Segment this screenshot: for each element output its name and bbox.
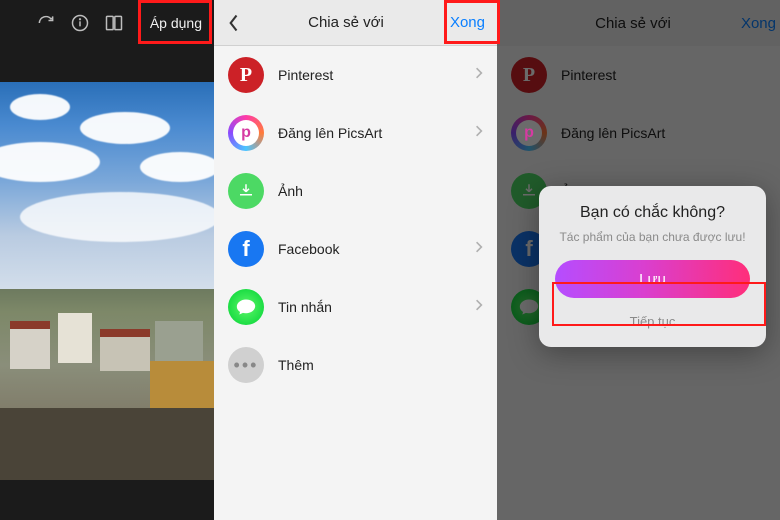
pinterest-icon: P [228,57,264,93]
compare-icon[interactable] [104,13,124,33]
editor-panel: Áp dụng [0,0,214,520]
share-item-facebook[interactable]: f Facebook [214,220,497,278]
apply-button[interactable]: Áp dụng [138,0,214,46]
editor-topbar: Áp dụng [0,0,214,46]
messages-icon [228,289,264,325]
chevron-right-icon [475,124,483,143]
share-item-photos[interactable]: Ảnh [214,162,497,220]
share-item-label: Thêm [278,357,483,373]
share-item-messages[interactable]: Tin nhắn [214,278,497,336]
back-button[interactable] [214,13,254,33]
share-item-picsart[interactable]: p Đăng lên PicsArt [214,104,497,162]
dialog-subtitle: Tác phẩm của bạn chưa được lưu! [555,230,750,244]
share-header: Chia sẻ với Xong [214,0,497,46]
dialog-title: Bạn có chắc không? [555,204,750,222]
more-icon: ••• [228,347,264,383]
share-item-label: Ảnh [278,183,483,199]
share-item-label: Đăng lên PicsArt [278,125,475,141]
picsart-icon: p [228,115,264,151]
save-button[interactable]: Lưu [555,260,750,298]
photos-icon [228,173,264,209]
facebook-icon: f [228,231,264,267]
share-item-label: Pinterest [278,67,475,83]
share-title: Chia sẻ với [254,14,438,31]
chevron-right-icon [475,298,483,317]
share-list: P Pinterest p Đăng lên PicsArt Ảnh f Fac… [214,46,497,394]
continue-button[interactable]: Tiếp tục [555,310,750,333]
share-item-label: Tin nhắn [278,299,475,315]
share-item-pinterest[interactable]: P Pinterest [214,46,497,104]
redo-icon[interactable] [36,13,56,33]
share-panel-with-dialog: Chia sẻ với Xong P Pinterest p Đăng lên … [497,0,780,520]
share-item-more[interactable]: ••• Thêm [214,336,497,394]
info-icon[interactable] [70,13,90,33]
chevron-right-icon [475,66,483,85]
share-panel: Chia sẻ với Xong P Pinterest p Đăng lên … [214,0,497,520]
chevron-right-icon [475,240,483,259]
photo-preview[interactable] [0,82,214,480]
confirm-dialog: Bạn có chắc không? Tác phẩm của bạn chưa… [539,186,766,347]
share-item-label: Facebook [278,241,475,257]
done-button[interactable]: Xong [438,0,497,46]
